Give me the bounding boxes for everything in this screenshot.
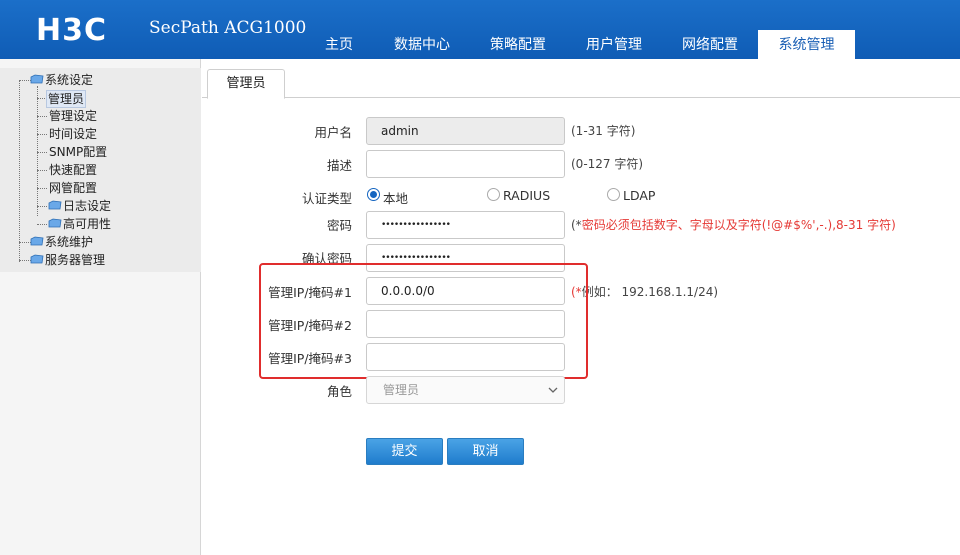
tree-connector — [37, 188, 47, 189]
chevron-down-icon — [548, 387, 558, 393]
auth-radius-radio[interactable] — [487, 188, 500, 201]
tree-node-quick-config[interactable]: 快速配置 — [49, 162, 97, 178]
product-name: SecPath ACG1000 — [149, 18, 307, 38]
tree-connector — [37, 134, 47, 135]
cancel-button[interactable]: 取消 — [447, 438, 524, 465]
tree-connector — [37, 86, 38, 216]
tab-bar: 管理员 — [202, 69, 960, 99]
role-select[interactable]: 管理员 — [366, 376, 565, 404]
svg-text:H3C: H3C — [36, 14, 107, 44]
tree-node-system-maintenance[interactable]: 系统维护 — [30, 234, 93, 250]
folder-icon — [48, 200, 62, 210]
tree-node-time-settings[interactable]: 时间设定 — [49, 126, 97, 142]
submit-button[interactable]: 提交 — [366, 438, 443, 465]
tree-node-administrator[interactable]: 管理员 — [46, 90, 87, 108]
nav-data-center[interactable]: 数据中心 — [382, 30, 462, 59]
password-field[interactable]: •••••••••••••••• — [366, 211, 565, 239]
tree-label: 系统维护 — [45, 235, 94, 249]
username-label: 用户名 — [314, 125, 352, 140]
tree-node-server-management[interactable]: 服务器管理 — [30, 252, 105, 268]
tree-label: 系统设定 — [45, 73, 94, 87]
h3c-logo: H3C — [36, 14, 107, 44]
nav-user-management[interactable]: 用户管理 — [574, 30, 654, 59]
auth-local-label: 本地 — [383, 191, 409, 206]
tab-administrator[interactable]: 管理员 — [207, 69, 285, 99]
auth-radius-label: RADIUS — [503, 188, 551, 203]
sidebar: 系统设定 管理员 管理设定 时间设定 SNMP配置 快速配置 网管配置 日志设定… — [0, 59, 201, 555]
auth-ldap-label: LDAP — [623, 188, 656, 203]
username-hint: (1-31 字符) — [571, 124, 636, 138]
mgmt-ip1-hint-text: 例如： 192.168.1.1/24) — [581, 285, 719, 299]
tree-connector — [37, 116, 47, 117]
description-field[interactable] — [366, 150, 565, 178]
tree-node-log-settings[interactable]: 日志设定 — [48, 198, 111, 214]
password-label: 密码 — [326, 218, 352, 233]
password-hint-open: (* — [571, 218, 582, 232]
nav-system-management[interactable]: 系统管理 — [758, 30, 855, 59]
nav-network-config[interactable]: 网络配置 — [670, 30, 750, 59]
tree-label: 高可用性 — [63, 217, 112, 231]
folder-icon — [48, 218, 62, 228]
top-header: H3C SecPath ACG1000 主页 数据中心 策略配置 用户管理 网络… — [0, 0, 960, 59]
tree-connector — [37, 206, 47, 207]
tree-node-management-settings[interactable]: 管理设定 — [49, 108, 97, 124]
password-hint: (*密码必须包括数字、字母以及字符(!@#$%',-.),8-31 字符) — [571, 216, 896, 233]
auth-type-label: 认证类型 — [301, 191, 352, 206]
tree-connector — [19, 80, 20, 262]
role-label: 角色 — [326, 384, 352, 399]
auth-ldap-radio[interactable] — [607, 188, 620, 201]
annotation-highlight-box — [259, 263, 588, 379]
folder-icon — [30, 236, 44, 246]
auth-local-radio[interactable] — [367, 188, 380, 201]
tree-node-system-settings[interactable]: 系统设定 — [30, 72, 93, 88]
tree-node-high-availability[interactable]: 高可用性 — [48, 216, 111, 232]
description-hint: (0-127 字符) — [571, 157, 644, 171]
folder-icon — [30, 74, 44, 84]
nav-policy-config[interactable]: 策略配置 — [478, 30, 558, 59]
tree-connector — [37, 224, 47, 225]
tree-node-nms-config[interactable]: 网管配置 — [49, 180, 97, 196]
tree-label: 服务器管理 — [45, 253, 106, 267]
folder-icon — [30, 254, 44, 264]
username-field[interactable]: admin — [366, 117, 565, 145]
role-selected-value: 管理员 — [383, 383, 420, 397]
description-label: 描述 — [326, 158, 352, 173]
password-hint-text: 密码必须包括数字、字母以及字符(!@#$%',-.),8-31 字符) — [581, 218, 896, 232]
nav-home[interactable]: 主页 — [311, 30, 367, 59]
tree-connector — [37, 170, 47, 171]
tree-label: 日志设定 — [63, 199, 112, 213]
tree-connector — [37, 152, 47, 153]
tree-node-snmp-config[interactable]: SNMP配置 — [49, 144, 107, 160]
mgmt-ip1-hint: (*例如： 192.168.1.1/24) — [571, 283, 718, 300]
